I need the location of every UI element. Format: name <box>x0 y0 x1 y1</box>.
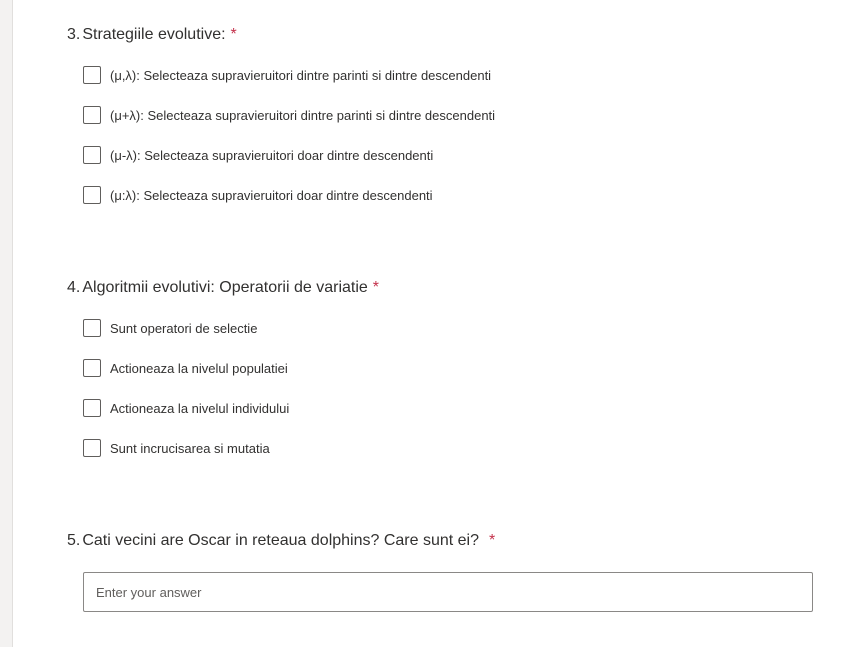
question-4-title: 4. Algoritmii evolutivi: Operatorii de va… <box>67 277 827 299</box>
option-item[interactable]: Actioneaza la nivelul populatiei <box>83 358 827 378</box>
question-4-options: Sunt operatori de selectie Actioneaza la… <box>67 318 827 458</box>
answer-input[interactable] <box>83 572 813 612</box>
option-item[interactable]: Sunt operatori de selectie <box>83 318 827 338</box>
required-asterisk: * <box>489 532 496 549</box>
checkbox[interactable] <box>83 146 101 164</box>
question-3-title: 3. Strategiile evolutive: * <box>67 24 827 46</box>
checkbox[interactable] <box>83 186 101 204</box>
option-item[interactable]: (μ:λ): Selecteaza supravieruitori doar d… <box>83 185 827 205</box>
option-item[interactable]: (μ,λ): Selecteaza supravieruitori dintre… <box>83 65 827 85</box>
option-item[interactable]: (μ-λ): Selecteaza supravieruitori doar d… <box>83 145 827 165</box>
question-number: 3. <box>67 26 81 43</box>
option-item[interactable]: Sunt incrucisarea si mutatia <box>83 438 827 458</box>
checkbox[interactable] <box>83 359 101 377</box>
option-label: Sunt incrucisarea si mutatia <box>110 440 270 456</box>
option-label: (μ:λ): Selecteaza supravieruitori doar d… <box>110 187 433 203</box>
checkbox[interactable] <box>83 439 101 457</box>
option-label: (μ-λ): Selecteaza supravieruitori doar d… <box>110 147 434 163</box>
question-text: Algoritmii evolutivi: Operatorii de vari… <box>82 279 368 296</box>
question-text: Strategiile evolutive: <box>82 26 226 43</box>
option-label: (μ+λ): Selecteaza supravieruitori dintre… <box>110 107 496 123</box>
checkbox[interactable] <box>83 106 101 124</box>
form-page: 3. Strategiile evolutive: * (μ,λ): Selecte… <box>0 0 863 647</box>
option-label: (μ,λ): Selecteaza supravieruitori dintre… <box>110 67 492 83</box>
option-label: Sunt operatori de selectie <box>110 320 258 336</box>
option-item[interactable]: Actioneaza la nivelul individului <box>83 398 827 418</box>
question-number: 5. <box>67 532 81 549</box>
question-5-title: 5. Cati vecini are Oscar in reteaua dolph… <box>67 530 827 552</box>
question-3: 3. Strategiile evolutive: * (μ,λ): Selecte… <box>67 24 827 225</box>
form-card: 3. Strategiile evolutive: * (μ,λ): Selecte… <box>12 0 863 647</box>
option-label: Actioneaza la nivelul individului <box>110 400 290 416</box>
checkbox[interactable] <box>83 399 101 417</box>
required-asterisk: * <box>230 26 237 43</box>
checkbox[interactable] <box>83 66 101 84</box>
question-number: 4. <box>67 279 81 296</box>
question-3-options: (μ,λ): Selecteaza supravieruitori dintre… <box>67 65 827 205</box>
option-item[interactable]: (μ+λ): Selecteaza supravieruitori dintre… <box>83 105 827 125</box>
question-text: Cati vecini are Oscar in reteaua dolphin… <box>82 532 479 549</box>
option-label: Actioneaza la nivelul populatiei <box>110 360 288 376</box>
question-5: 5. Cati vecini are Oscar in reteaua dolph… <box>67 530 827 612</box>
required-asterisk: * <box>372 279 380 296</box>
checkbox[interactable] <box>83 319 101 337</box>
question-4: 4. Algoritmii evolutivi: Operatorii de va… <box>67 277 827 478</box>
